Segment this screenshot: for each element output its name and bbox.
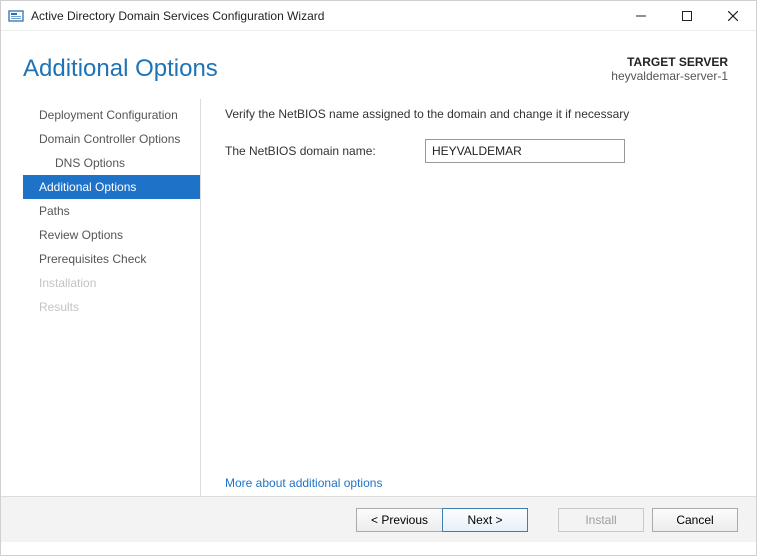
window-title: Active Directory Domain Services Configu… [31, 9, 618, 23]
main-panel: Verify the NetBIOS name assigned to the … [201, 99, 756, 496]
sidebar-item-review-options[interactable]: Review Options [23, 223, 200, 247]
sidebar-item-deployment-configuration[interactable]: Deployment Configuration [23, 103, 200, 127]
description-text: Verify the NetBIOS name assigned to the … [225, 107, 726, 121]
body: Deployment Configuration Domain Controll… [1, 93, 756, 496]
close-button[interactable] [710, 1, 756, 31]
sidebar-item-dns-options[interactable]: DNS Options [23, 151, 200, 175]
target-server-value: heyvaldemar-server-1 [611, 69, 728, 83]
sidebar-item-prerequisites-check[interactable]: Prerequisites Check [23, 247, 200, 271]
wizard-steps-sidebar: Deployment Configuration Domain Controll… [23, 99, 201, 496]
footer: < Previous Next > Install Cancel [1, 496, 756, 542]
sidebar-item-paths[interactable]: Paths [23, 199, 200, 223]
netbios-row: The NetBIOS domain name: [225, 139, 726, 163]
window-buttons [618, 1, 756, 31]
install-button: Install [558, 508, 644, 532]
header: Additional Options TARGET SERVER heyvald… [1, 31, 756, 93]
titlebar: Active Directory Domain Services Configu… [1, 1, 756, 31]
app-icon [7, 7, 25, 25]
sidebar-item-results: Results [23, 295, 200, 319]
page-title: Additional Options [23, 55, 218, 83]
more-about-link[interactable]: More about additional options [225, 476, 726, 490]
cancel-button[interactable]: Cancel [652, 508, 738, 532]
netbios-label: The NetBIOS domain name: [225, 144, 425, 158]
minimize-button[interactable] [618, 1, 664, 31]
netbios-name-input[interactable] [425, 139, 625, 163]
sidebar-item-additional-options[interactable]: Additional Options [23, 175, 200, 199]
next-button[interactable]: Next > [442, 508, 528, 532]
previous-button[interactable]: < Previous [356, 508, 442, 532]
target-server-label: TARGET SERVER [611, 55, 728, 69]
nav-button-group: < Previous Next > [356, 508, 528, 532]
maximize-button[interactable] [664, 1, 710, 31]
sidebar-item-domain-controller-options[interactable]: Domain Controller Options [23, 127, 200, 151]
target-server: TARGET SERVER heyvaldemar-server-1 [611, 55, 728, 83]
sidebar-item-installation: Installation [23, 271, 200, 295]
